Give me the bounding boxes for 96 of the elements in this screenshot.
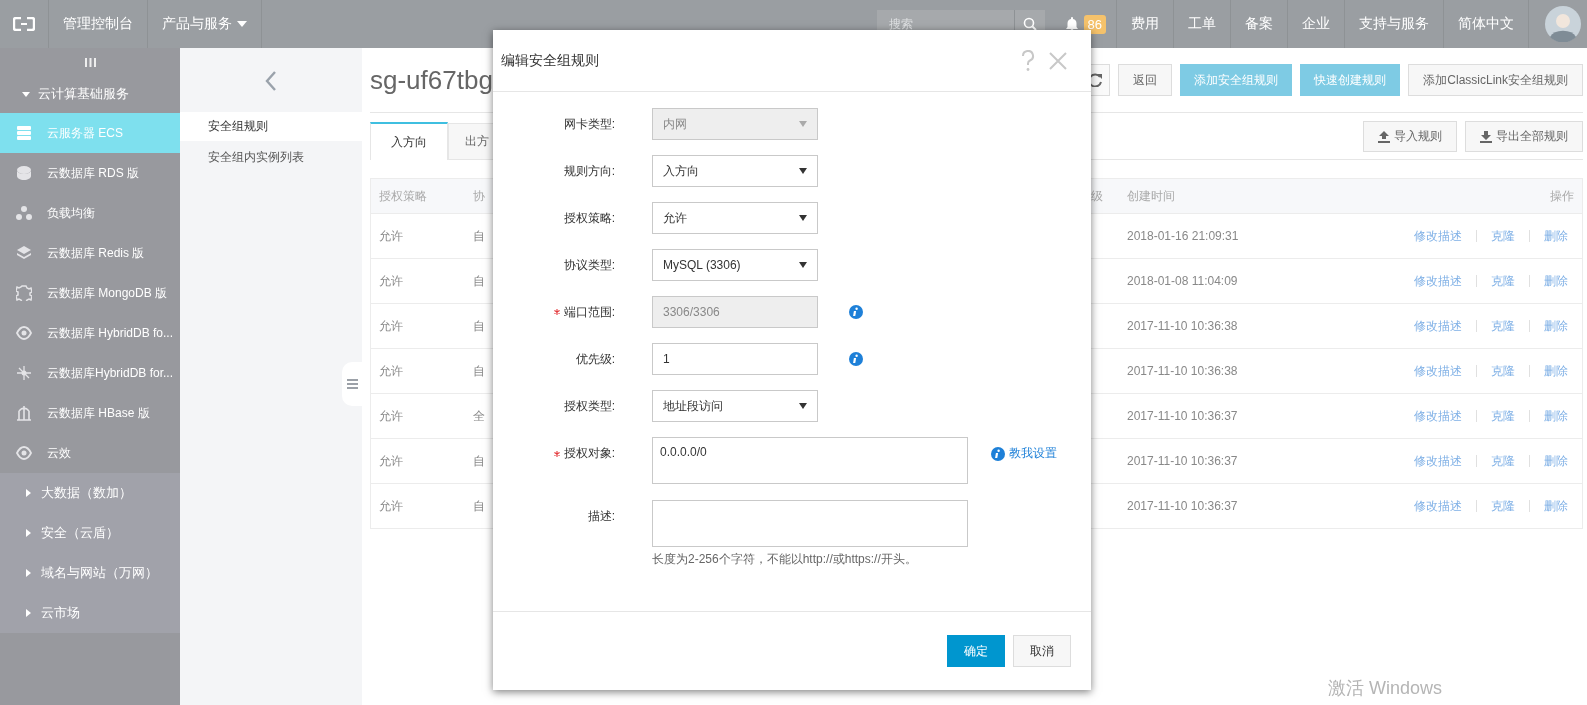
- field-label: 规则方向:: [563, 162, 615, 180]
- dropdown: 内网: [652, 108, 818, 140]
- sidebar-item[interactable]: 云数据库 MongoDB 版: [0, 273, 180, 313]
- table-cell-text: 自: [472, 497, 486, 515]
- top-nav-link[interactable]: 简体中文: [1444, 0, 1529, 48]
- sidebar-item[interactable]: 云数据库 HybridDB fo...: [0, 313, 180, 353]
- sidebar-item[interactable]: 云数据库 HBase 版: [0, 393, 180, 433]
- table-cell-text: 2017-11-10 10:36:37: [1126, 499, 1239, 513]
- table-cell-text: 允许: [378, 452, 404, 470]
- table-cell-text: 自: [472, 362, 486, 380]
- dialog-title: 编辑安全组规则: [500, 51, 600, 70]
- action-link[interactable]: 修改描述: [1414, 407, 1462, 425]
- table-cell-text: 2017-11-10 10:36:38: [1126, 319, 1239, 333]
- secondary-button[interactable]: 添加ClassicLink安全组规则: [1408, 64, 1583, 96]
- column-header: 授权策略: [378, 187, 428, 205]
- direction-tab[interactable]: 入方向: [370, 122, 448, 160]
- action-link[interactable]: 删除: [1544, 452, 1568, 470]
- column-header: 协: [472, 187, 486, 205]
- sidebar-item[interactable]: 负载均衡: [0, 193, 180, 233]
- action-link[interactable]: 修改描述: [1414, 272, 1462, 290]
- input-field[interactable]: 1: [652, 343, 818, 375]
- sidebar-item[interactable]: 云服务器 ECS: [0, 113, 180, 153]
- action-link[interactable]: 克隆: [1491, 407, 1515, 425]
- field-label: 授权对象:: [563, 445, 615, 462]
- table-cell-text: 允许: [378, 227, 404, 245]
- cancel-button[interactable]: 取消: [1013, 635, 1071, 667]
- table-cell-text: 自: [472, 227, 486, 245]
- action-link[interactable]: 克隆: [1491, 227, 1515, 245]
- sidebar-item[interactable]: 云数据库 RDS 版: [0, 153, 180, 193]
- table-cell-text: 2017-11-10 10:36:38: [1126, 364, 1239, 378]
- table-cell-text: 自: [472, 452, 486, 470]
- top-nav-link[interactable]: 工单: [1174, 0, 1231, 48]
- action-link[interactable]: 删除: [1544, 362, 1568, 380]
- input-field: 3306/3306: [652, 296, 818, 328]
- table-cell-text: 允许: [378, 407, 404, 425]
- field-label: 端口范围:: [563, 303, 615, 321]
- action-link[interactable]: 删除: [1544, 497, 1568, 515]
- action-link[interactable]: 修改描述: [1414, 227, 1462, 245]
- action-link[interactable]: 克隆: [1491, 317, 1515, 335]
- column-header: 操作: [1549, 187, 1575, 205]
- dropdown[interactable]: 入方向: [652, 155, 818, 187]
- dropdown[interactable]: 地址段访问: [652, 390, 818, 422]
- column-header: 创建时间: [1126, 187, 1176, 205]
- action-link[interactable]: 删除: [1544, 272, 1568, 290]
- table-cell-text: 2018-01-16 21:09:31: [1126, 229, 1240, 243]
- table-cell-text: 全: [472, 407, 486, 425]
- nav-item[interactable]: 安全组规则: [180, 112, 362, 141]
- table-cell-text: 2017-11-10 10:36:37: [1126, 454, 1239, 468]
- export-button[interactable]: 导出全部规则: [1465, 121, 1583, 152]
- table-cell-text: 2018-01-08 11:04:09: [1126, 274, 1239, 288]
- top-nav-link[interactable]: 备案: [1231, 0, 1288, 48]
- help-link[interactable]: 教我设置: [991, 445, 1057, 462]
- top-nav-link[interactable]: 费用: [1117, 0, 1174, 48]
- action-link[interactable]: 修改描述: [1414, 497, 1462, 515]
- table-cell-text: 2017-11-10 10:36:37: [1126, 409, 1239, 423]
- action-link[interactable]: 克隆: [1491, 272, 1515, 290]
- table-cell-text: 自: [472, 317, 486, 335]
- top-nav-link[interactable]: 支持与服务: [1345, 0, 1444, 48]
- action-link[interactable]: 修改描述: [1414, 452, 1462, 470]
- table-cell-text: 允许: [378, 497, 404, 515]
- confirm-button[interactable]: 确定: [947, 635, 1005, 667]
- dropdown[interactable]: 允许: [652, 202, 818, 234]
- sidebar-item[interactable]: 云效: [0, 433, 180, 473]
- column-header: 级: [1090, 187, 1104, 205]
- action-button[interactable]: 添加安全组规则: [1180, 64, 1293, 96]
- activation-notice: 激活 Windows: [1328, 677, 1443, 700]
- action-link[interactable]: 克隆: [1491, 452, 1515, 470]
- sidebar-item[interactable]: 云数据库HybridDB for...: [0, 353, 180, 393]
- action-link[interactable]: 删除: [1544, 317, 1568, 335]
- secondary-button[interactable]: 返回: [1118, 64, 1173, 96]
- action-link[interactable]: 修改描述: [1414, 317, 1462, 335]
- action-link[interactable]: 删除: [1544, 407, 1568, 425]
- field-label: 授权策略:: [563, 209, 615, 227]
- import-button[interactable]: 导入规则: [1363, 121, 1457, 152]
- dropdown[interactable]: MySQL (3306): [652, 249, 818, 281]
- action-link[interactable]: 修改描述: [1414, 362, 1462, 380]
- top-nav-link[interactable]: 企业: [1288, 0, 1345, 48]
- notification-count: 86: [1083, 14, 1106, 34]
- field-label: 优先级:: [575, 350, 615, 368]
- field-label: 描述:: [587, 508, 615, 525]
- field-label: 网卡类型:: [563, 115, 615, 133]
- field-hint: 长度为2-256个字符，不能以http://或https://开头。: [652, 550, 917, 568]
- field-label: 协议类型:: [563, 256, 615, 274]
- action-link[interactable]: 克隆: [1491, 362, 1515, 380]
- text-area[interactable]: 0.0.0.0/0: [652, 437, 968, 484]
- page-title: sg-uf67tbg: [370, 64, 494, 96]
- field-label: 授权类型:: [563, 397, 615, 415]
- table-cell-text: 自: [472, 272, 486, 290]
- action-link[interactable]: 删除: [1544, 227, 1568, 245]
- sidebar-item[interactable]: 云数据库 Redis 版: [0, 233, 180, 273]
- action-button[interactable]: 快速创建规则: [1300, 64, 1401, 96]
- action-link[interactable]: 克隆: [1491, 497, 1515, 515]
- table-cell-text: 允许: [378, 272, 404, 290]
- table-cell-text: 允许: [378, 362, 404, 380]
- table-cell-text: 允许: [378, 317, 404, 335]
- nav-item[interactable]: 安全组内实例列表: [180, 143, 362, 172]
